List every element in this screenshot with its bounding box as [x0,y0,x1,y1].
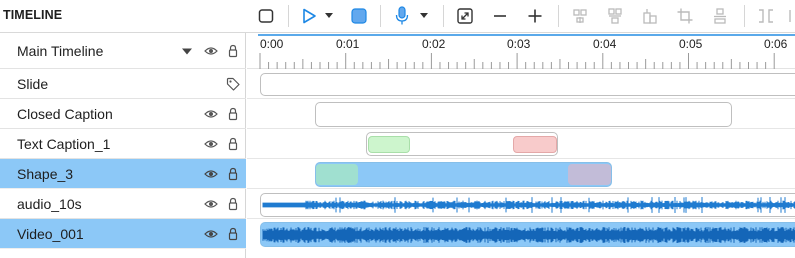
toolbar-divider [288,5,289,27]
toolbar-overflow[interactable] [787,5,795,27]
caret-down-icon [420,13,428,18]
eye-icon[interactable] [204,107,218,121]
track-row-video[interactable]: Video_001 [0,219,246,249]
align-center-button[interactable] [604,5,626,27]
eye-icon[interactable] [204,197,218,211]
text-caption-clip[interactable] [366,132,558,156]
time-ruler[interactable]: 0:00 0:01 0:02 0:03 0:04 0:05 0:06 [247,33,795,69]
crop-icon [677,8,693,24]
microphone-icon [395,6,409,25]
toolbar-divider [558,5,559,27]
trim-icon [759,9,773,23]
track-name: Slide [17,76,49,92]
shape-fade-out[interactable] [568,164,611,185]
track-name: Shape_3 [17,166,74,182]
expand-button[interactable] [454,5,476,27]
eye-icon[interactable] [204,137,218,151]
trim-button[interactable] [755,5,777,27]
panel-title: TIMELINE [3,8,63,22]
frame-icon [258,9,274,23]
play-options-dropdown[interactable] [322,5,336,27]
lock-icon[interactable] [226,44,240,58]
expand-icon [457,8,473,24]
eye-icon[interactable] [204,227,218,241]
timeline-header: TIMELINE [0,0,795,33]
closed-caption-clip[interactable] [315,102,732,127]
align-right-button[interactable] [639,5,661,27]
caption-fade-out[interactable] [513,136,557,153]
lock-icon[interactable] [226,107,240,121]
track-name: Closed Caption [17,106,113,122]
toolbar-divider [443,5,444,27]
audio-clip[interactable] [260,193,795,217]
lock-icon[interactable] [226,137,240,151]
lock-icon[interactable] [226,167,240,181]
track-row-text-caption[interactable]: Text Caption_1 [0,129,246,159]
caret-down-icon [182,48,192,54]
stop-icon [351,8,367,24]
record-audio-button[interactable] [391,5,413,27]
shape-fade-in[interactable] [316,164,358,185]
track-row-main-timeline[interactable]: Main Timeline [0,33,246,69]
audio-waveform [262,197,795,213]
lock-icon[interactable] [226,227,240,241]
align-center-icon [608,8,622,24]
lock-icon[interactable] [226,197,240,211]
track-row-closed-caption[interactable]: Closed Caption [0,99,246,129]
split-button[interactable] [709,5,731,27]
plus-icon [528,9,542,23]
fit-to-screen-button[interactable] [255,5,277,27]
align-left-icon [573,9,587,23]
ruler-ticks [259,53,775,69]
stop-button[interactable] [348,5,370,27]
zoom-in-button[interactable] [524,5,546,27]
eye-icon[interactable] [204,167,218,181]
play-icon [303,8,316,24]
track-row-audio[interactable]: audio_10s [0,189,246,219]
toolbar-divider [380,5,381,27]
tag-icon[interactable] [226,77,240,91]
video-clip[interactable] [260,222,795,247]
track-name: Text Caption_1 [17,136,111,152]
track-row-shape[interactable]: Shape_3 [0,159,246,189]
video-waveform [262,227,795,243]
ellipsis-icon [789,10,791,22]
eye-icon[interactable] [204,44,218,58]
zoom-out-button[interactable] [489,5,511,27]
crop-button[interactable] [674,5,696,27]
track-list: Main Timeline Slide Closed Caption Text … [0,33,246,258]
caret-down-icon [325,13,333,18]
slide-clip[interactable] [260,73,795,96]
record-options-dropdown[interactable] [417,5,431,27]
timeline-canvas[interactable]: 0:00 0:01 0:02 0:03 0:04 0:05 0:06 [247,33,795,258]
align-right-icon [643,9,657,24]
align-left-button[interactable] [569,5,591,27]
toolbar-divider [744,5,745,27]
track-row-slide[interactable]: Slide [0,69,246,99]
track-name: Video_001 [17,226,84,242]
split-icon [714,8,726,24]
track-name: audio_10s [17,196,82,212]
minus-icon [494,15,506,17]
play-button[interactable] [298,5,320,27]
track-dropdown[interactable] [180,44,194,58]
shape-clip[interactable] [315,162,612,187]
caption-fade-in[interactable] [368,136,410,153]
track-name: Main Timeline [17,43,104,59]
